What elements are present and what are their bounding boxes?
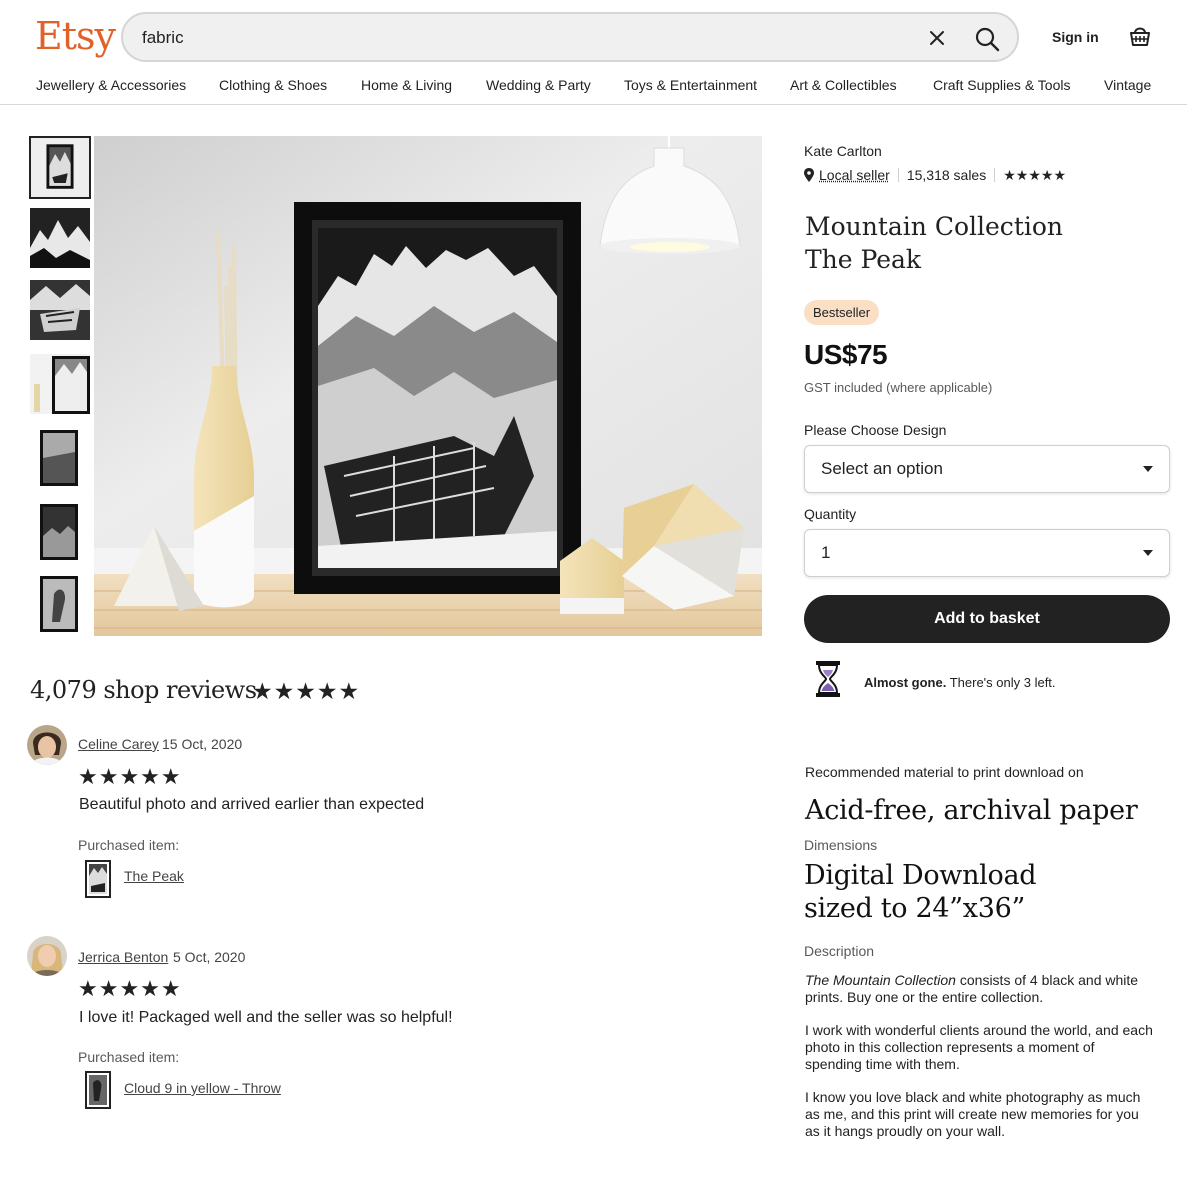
category-wedding[interactable]: Wedding & Party — [486, 77, 591, 93]
material-label: Recommended material to print download o… — [805, 764, 1084, 780]
reviews-rating-stars: ★★★★★ — [252, 678, 361, 704]
etsy-logo[interactable]: Etsy — [35, 14, 116, 58]
reviewer-name-link[interactable]: Celine Carey — [78, 736, 159, 752]
shop-meta: Local seller 15,318 sales ★★★★★ — [804, 167, 1066, 184]
purchased-item-label: Purchased item: — [78, 837, 180, 853]
sign-in-link[interactable]: Sign in — [1052, 29, 1099, 45]
material-value: Acid-free, archival paper — [805, 795, 1138, 826]
purchased-item-thumbnail[interactable] — [85, 1071, 111, 1109]
dimensions-label: Dimensions — [804, 837, 878, 853]
gallery-thumbnail-2[interactable] — [30, 208, 90, 268]
product-price: US$75 — [804, 339, 888, 370]
reviewer-name-link[interactable]: Jerrica Benton — [78, 949, 168, 965]
review-text: Beautiful photo and arrived earlier than… — [79, 796, 425, 813]
clear-search-icon[interactable] — [927, 28, 947, 48]
category-clothing[interactable]: Clothing & Shoes — [219, 77, 327, 93]
category-nav: Jewellery & Accessories Clothing & Shoes… — [0, 77, 1200, 99]
add-to-basket-button[interactable]: Add to basket — [804, 595, 1170, 643]
bestseller-badge: Bestseller — [804, 300, 880, 325]
chevron-down-icon — [1143, 550, 1153, 556]
gallery-thumbnail-7[interactable] — [30, 574, 90, 634]
sales-count: 15,318 sales — [906, 167, 987, 183]
reviewer-avatar — [27, 936, 67, 976]
purchased-item-link[interactable]: Cloud 9 in yellow - Throw — [124, 1080, 281, 1096]
design-label: Please Choose Design — [804, 422, 947, 438]
location-pin-icon — [804, 168, 814, 182]
category-home[interactable]: Home & Living — [361, 77, 452, 93]
category-jewellery[interactable]: Jewellery & Accessories — [36, 77, 186, 93]
description-paragraph-2: I work with wonderful clients around the… — [805, 1022, 1153, 1072]
review-date: 15 Oct, 2020 — [162, 736, 243, 752]
shop-name-link[interactable]: Kate Carlton — [804, 143, 882, 159]
description-paragraph-1: The Mountain Collection consists of 4 bl… — [805, 972, 1155, 1006]
dimensions-line2: sized to 24”x36” — [804, 893, 1025, 924]
product-title-line1: Mountain Collection — [805, 212, 1064, 241]
dimensions-value: Digital Download sized to 24”x36” — [804, 859, 1184, 925]
purchased-item-link[interactable]: The Peak — [124, 868, 184, 884]
reviewer-avatar — [27, 725, 67, 765]
gallery-thumbnail-5[interactable] — [30, 428, 90, 488]
local-seller-link[interactable]: Local seller — [819, 167, 890, 183]
gst-note: GST included (where applicable) — [804, 380, 993, 395]
gallery-thumbnail-3[interactable] — [30, 280, 90, 340]
quantity-select-value: 1 — [821, 543, 831, 562]
meta-divider — [897, 168, 899, 182]
stock-notice-bold: Almost gone. — [864, 675, 947, 690]
product-main-image[interactable] — [94, 136, 762, 636]
hourglass-icon — [816, 661, 840, 697]
category-vintage[interactable]: Vintage — [1104, 77, 1151, 93]
search-input[interactable]: fabric — [142, 28, 184, 48]
description-paragraph-3: I know you love black and white photogra… — [805, 1089, 1141, 1139]
shop-rating-stars[interactable]: ★★★★★ — [1003, 167, 1066, 183]
gallery-thumbnail-4[interactable] — [30, 354, 90, 414]
product-title-line2: The Peak — [805, 245, 922, 274]
product-title: Mountain Collection The Peak — [805, 210, 1175, 276]
design-select[interactable]: Select an option — [804, 445, 1170, 493]
category-art[interactable]: Art & Collectibles — [790, 77, 897, 93]
quantity-select[interactable]: 1 — [804, 529, 1170, 577]
stock-notice: Almost gone. There's only 3 left. — [864, 675, 1056, 690]
review-date: 5 Oct, 2020 — [173, 949, 246, 965]
review-text: I love it! Packaged well and the seller … — [79, 1009, 453, 1026]
dimensions-line1: Digital Download — [804, 860, 1037, 891]
purchased-item-thumbnail[interactable] — [85, 860, 111, 898]
description-label: Description — [804, 943, 875, 959]
gallery-thumbnail-6[interactable] — [30, 502, 90, 562]
gallery-thumbnail-1[interactable] — [29, 136, 91, 199]
quantity-label: Quantity — [804, 506, 857, 522]
category-craft[interactable]: Craft Supplies & Tools — [933, 77, 1070, 93]
category-toys[interactable]: Toys & Entertainment — [624, 77, 757, 93]
search-icon[interactable] — [973, 25, 1001, 53]
stock-notice-text: There's only 3 left. — [946, 675, 1056, 690]
header-divider — [0, 104, 1187, 105]
design-select-value: Select an option — [821, 459, 943, 478]
purchased-item-label: Purchased item: — [78, 1049, 180, 1065]
description-collection-name: The Mountain Collection — [805, 972, 956, 988]
meta-divider — [994, 168, 996, 182]
review-stars: ★★★★★ — [78, 764, 182, 789]
search-bar[interactable]: fabric — [121, 12, 1019, 62]
reviews-heading: 4,079 shop reviews — [30, 676, 257, 704]
chevron-down-icon — [1143, 466, 1153, 472]
review-stars: ★★★★★ — [78, 976, 182, 1001]
basket-icon[interactable] — [1128, 24, 1152, 48]
